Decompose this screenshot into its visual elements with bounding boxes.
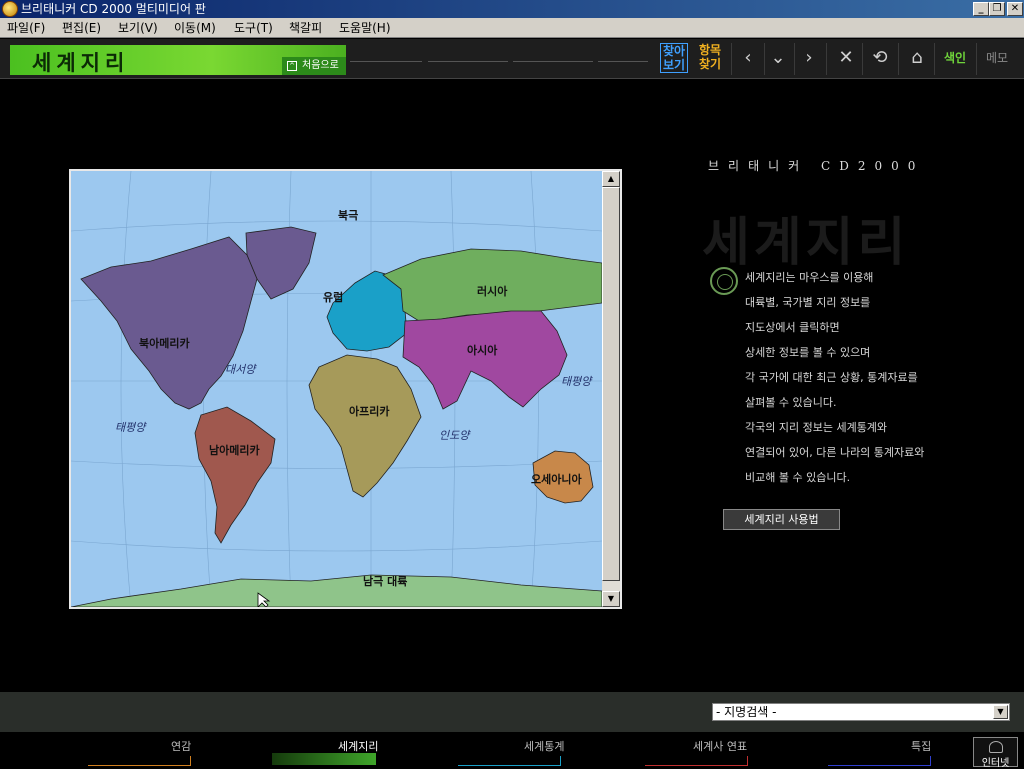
scroll-down-button[interactable]: ▼ — [602, 591, 620, 607]
back-icon[interactable]: ‹ — [736, 47, 760, 69]
menu-help[interactable]: 도움말(H) — [339, 18, 391, 38]
description-line: 연결되어 있어, 다른 나라의 통계자료와 — [745, 446, 925, 459]
description-line: 지도상에서 클릭하면 — [745, 321, 840, 334]
nav-tab-world-statistics[interactable]: 세계통계 — [524, 738, 564, 754]
header-rule — [350, 61, 422, 62]
ocean-label-indian: 인도양 — [439, 429, 471, 442]
window-title: 브리태니커 CD 2000 멀티미디어 판 — [21, 2, 206, 16]
memo-button[interactable]: 메모 — [986, 51, 1008, 65]
chevron-down-icon[interactable]: ▼ — [993, 705, 1008, 719]
map-label-europe: 유럽 — [323, 290, 343, 304]
map-label-south-america: 남아메리카 — [209, 443, 260, 457]
place-search-select[interactable]: - 지명검색 - ▼ — [712, 703, 1010, 721]
map-label-russia: 러시아 — [477, 284, 508, 298]
nav-underline — [88, 756, 191, 766]
place-search-value: - 지명검색 - — [716, 705, 777, 719]
toolbar-separator — [898, 43, 899, 75]
refresh-icon[interactable]: ⟲ — [868, 47, 892, 69]
toolbar-separator — [794, 43, 795, 75]
menu-tools[interactable]: 도구(T) — [234, 18, 273, 38]
menu-bar: 파일(F) 편집(E) 보기(V) 이동(M) 도구(T) 책갈피 도움말(H) — [0, 18, 1024, 38]
minimize-button[interactable]: _ — [973, 2, 989, 16]
menu-edit[interactable]: 편집(E) — [62, 18, 101, 38]
home-arrow-icon: ^ — [287, 61, 297, 71]
brand-title: 브리태니커 CD2000 — [708, 159, 925, 173]
header-rule — [598, 61, 648, 62]
home-link-label: 처음으로 — [302, 60, 339, 71]
ocean-label-atlantic: 대서양 — [225, 363, 257, 376]
internet-label: 인터넷 — [981, 758, 1010, 769]
header-toolbar: 세계지리 ^ 처음으로 찾아 보기 항목 찾기 ‹ ⌄ › ✕ ⟲ ⌂ 색인 메… — [0, 39, 1024, 79]
nav-underline — [458, 756, 561, 766]
watermark: 세계지리 — [702, 213, 910, 273]
scroll-up-button[interactable]: ▲ — [602, 171, 620, 187]
description-line: 비교해 볼 수 있습니다. — [745, 471, 851, 484]
find-view-button[interactable]: 찾아 보기 — [660, 43, 689, 73]
ocean-label-pacific-east: 태평양 — [561, 375, 593, 388]
nav-tab-world-history[interactable]: 세계사 연표 — [693, 738, 747, 754]
scroll-thumb[interactable] — [602, 187, 620, 581]
item-find-line1: 항목 — [699, 43, 722, 57]
nav-underline — [828, 756, 931, 766]
nav-tab-special[interactable]: 특집 — [911, 738, 931, 754]
description-line: 대륙별, 국가별 지리 정보를 — [745, 296, 871, 309]
find-view-line1: 찾아 — [663, 44, 686, 58]
toolbar-separator — [934, 43, 935, 75]
map-label-oceania: 오세아니아 — [531, 472, 582, 486]
toolbar-separator — [826, 43, 827, 75]
menu-view[interactable]: 보기(V) — [118, 18, 158, 38]
header-rule — [513, 61, 593, 62]
restore-button[interactable]: ❐ — [989, 2, 1005, 16]
item-find-button[interactable]: 항목 찾기 — [699, 43, 721, 71]
description-line: 각국의 지리 정보는 세계통계와 — [745, 421, 888, 434]
toolbar-separator — [862, 43, 863, 75]
internet-button[interactable]: 인터넷 — [973, 737, 1018, 769]
menu-bookmarks[interactable]: 책갈피 — [289, 18, 322, 38]
map-label-north-america: 북아메리카 — [139, 336, 190, 350]
index-button[interactable]: 색인 — [944, 51, 966, 65]
howto-button[interactable]: 세계지리 사용법 — [723, 509, 840, 530]
find-view-line2: 보기 — [663, 58, 686, 72]
description-line: 상세한 정보를 볼 수 있으며 — [745, 346, 871, 359]
close-button[interactable]: ✕ — [1007, 2, 1023, 16]
history-dropdown-icon[interactable]: ⌄ — [766, 47, 790, 69]
header-rule — [428, 61, 508, 62]
nav-tab-world-geography[interactable]: 세계지리 — [338, 738, 378, 754]
description-line: 각 국가에 대한 최근 상황, 통계자료를 — [745, 371, 918, 384]
description-line: 세계지리는 마우스를 이용해 — [745, 271, 874, 284]
description-line: 살펴볼 수 있습니다. — [745, 396, 837, 409]
home-link[interactable]: ^ 처음으로 — [282, 57, 346, 75]
title-bar: 브리태니커 CD 2000 멀티미디어 판 _ ❐ ✕ — [0, 0, 1024, 18]
home-icon[interactable]: ⌂ — [905, 47, 929, 69]
menu-file[interactable]: 파일(F) — [7, 18, 45, 38]
toolbar-separator — [976, 43, 977, 75]
stop-icon[interactable]: ✕ — [834, 47, 858, 69]
crest-icon — [989, 741, 1003, 753]
globe-icon — [710, 267, 738, 295]
map-label-africa: 아프리카 — [349, 404, 389, 418]
map-label-asia: 아시아 — [467, 343, 498, 357]
item-find-line2: 찾기 — [699, 57, 722, 71]
map-scrollbar[interactable]: ▲ ▼ — [602, 171, 620, 607]
ocean-label-pacific-west: 태평양 — [115, 421, 147, 434]
nav-active-indicator — [272, 753, 376, 765]
world-map-frame: 북극 유럽 러시아 북아메리카 아시아 아프리카 남아메리카 오세아니아 남극 … — [69, 169, 622, 609]
menu-go[interactable]: 이동(M) — [174, 18, 216, 38]
nav-underline — [645, 756, 748, 766]
map-label-north-pole: 북극 — [338, 208, 358, 222]
section-title: 세계지리 — [32, 51, 130, 75]
toolbar-separator — [764, 43, 765, 75]
map-label-antarctica: 남극 대륙 — [363, 574, 407, 588]
toolbar-separator — [731, 43, 732, 75]
bottom-nav: 연감 세계지리 세계통계 세계사 연표 특집 — [0, 732, 1024, 768]
app-icon — [2, 1, 18, 17]
world-map[interactable]: 북극 유럽 러시아 북아메리카 아시아 아프리카 남아메리카 오세아니아 남극 … — [71, 171, 602, 607]
nav-tab-yearbook[interactable]: 연감 — [171, 738, 191, 754]
forward-icon[interactable]: › — [797, 47, 821, 69]
